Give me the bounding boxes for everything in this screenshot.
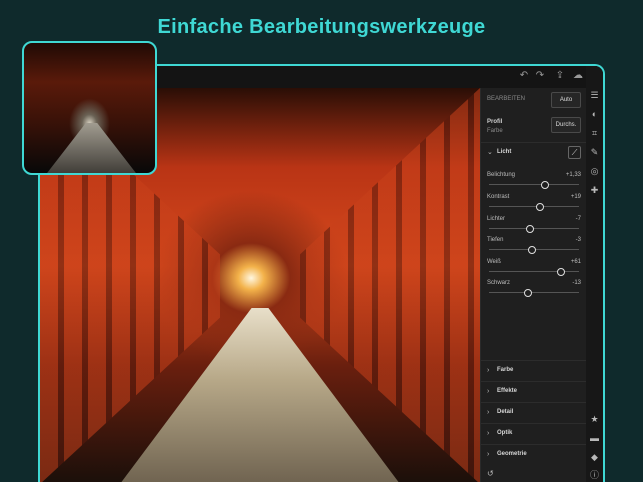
section-effects[interactable]: › Effekte [481,381,587,402]
original-thumbnail [22,41,157,175]
slider-label: Tiefen [487,237,504,243]
slider-track[interactable] [489,206,579,207]
slider-value: +1,33 [565,172,581,178]
slider-row[interactable]: Belichtung +1,33 [487,172,581,192]
section-title: Effekte [497,388,518,394]
brush-icon[interactable]: ✎ [589,147,600,158]
section-light[interactable]: ⌄ Licht ⟋ [481,142,587,163]
section-title: Detail [497,409,514,415]
auto-button[interactable]: Auto [551,92,581,108]
share-icon[interactable]: ⇪ [554,70,566,82]
slider-label: Belichtung [487,172,516,178]
slider-row[interactable]: Tiefen -3 [487,237,581,257]
thumbnail-path [44,123,139,173]
section-title: Licht [497,149,512,155]
slider-knob[interactable] [536,203,545,211]
edit-label: BEARBEITEN [487,96,526,102]
slider-row[interactable]: Lichter -7 [487,216,581,236]
sliders-icon[interactable]: ☰ [589,90,600,101]
section-title: Geometrie [497,451,527,457]
presets-icon[interactable]: ◐ [589,109,600,120]
section-title: Farbe [497,367,514,373]
profile-value: Farbe [487,128,503,134]
slider-row[interactable]: Schwarz -13 [487,280,581,300]
heal-icon[interactable]: ✚ [589,185,600,196]
headline: Einfache Bearbeitungswerkzeuge [157,16,486,38]
slider-track[interactable] [489,292,579,293]
slider-value: +61 [570,259,581,265]
info-icon[interactable]: ⓘ [589,470,600,481]
radial-icon[interactable]: ◎ [589,166,600,177]
chevron-down-icon: ⌄ [487,149,493,156]
slider-knob[interactable] [557,268,565,276]
reset-icon[interactable]: ↺ [487,469,494,478]
section-detail[interactable]: › Detail [481,402,587,423]
comment-icon[interactable]: ▬ [589,433,600,444]
section-title: Optik [497,430,513,436]
tool-rail: ☰ ◐ ⌗ ✎ ◎ ✚ ★ ▬ ◆ ⓘ [586,66,603,482]
slider-value: -7 [575,216,581,222]
chevron-right-icon: › [487,388,490,395]
slider-row[interactable]: Kontrast +19 [487,194,581,214]
crop-icon[interactable]: ⌗ [589,128,600,139]
slider-track[interactable] [489,184,579,185]
section-optics[interactable]: › Optik [481,423,587,444]
browse-profiles-button[interactable]: Durchs. [551,117,581,133]
slider-value: -3 [575,237,581,243]
redo-icon[interactable]: ↷ [534,70,546,82]
slider-knob[interactable] [523,289,532,297]
chevron-right-icon: › [487,430,490,437]
slider-knob[interactable] [540,181,549,189]
star-icon[interactable]: ★ [589,414,600,425]
edit-panel: BEARBEITEN Auto Profil Farbe Durchs. ⌄ L… [480,88,587,482]
section-geometry[interactable]: › Geometrie [481,444,587,465]
slider-track[interactable] [489,271,579,272]
chevron-right-icon: › [487,409,490,416]
slider-row[interactable]: Weiß +61 [487,259,581,279]
cloud-icon[interactable]: ☁ [572,70,584,82]
slider-label: Kontrast [487,194,510,200]
undo-icon[interactable]: ↶ [518,70,530,82]
slider-label: Lichter [487,216,506,222]
slider-knob[interactable] [526,225,535,233]
slider-label: Weiß [487,259,501,265]
profile-label: Profil [487,119,503,125]
slider-label: Schwarz [487,280,511,286]
chevron-right-icon: › [487,451,490,458]
chevron-right-icon: › [487,367,490,374]
slider-knob[interactable] [528,246,537,254]
tag-icon[interactable]: ◆ [589,452,600,463]
tone-curve-icon[interactable]: ⟋ [568,146,581,159]
slider-value: +19 [570,194,581,200]
section-color[interactable]: › Farbe [481,360,587,381]
slider-value: -13 [572,280,581,286]
